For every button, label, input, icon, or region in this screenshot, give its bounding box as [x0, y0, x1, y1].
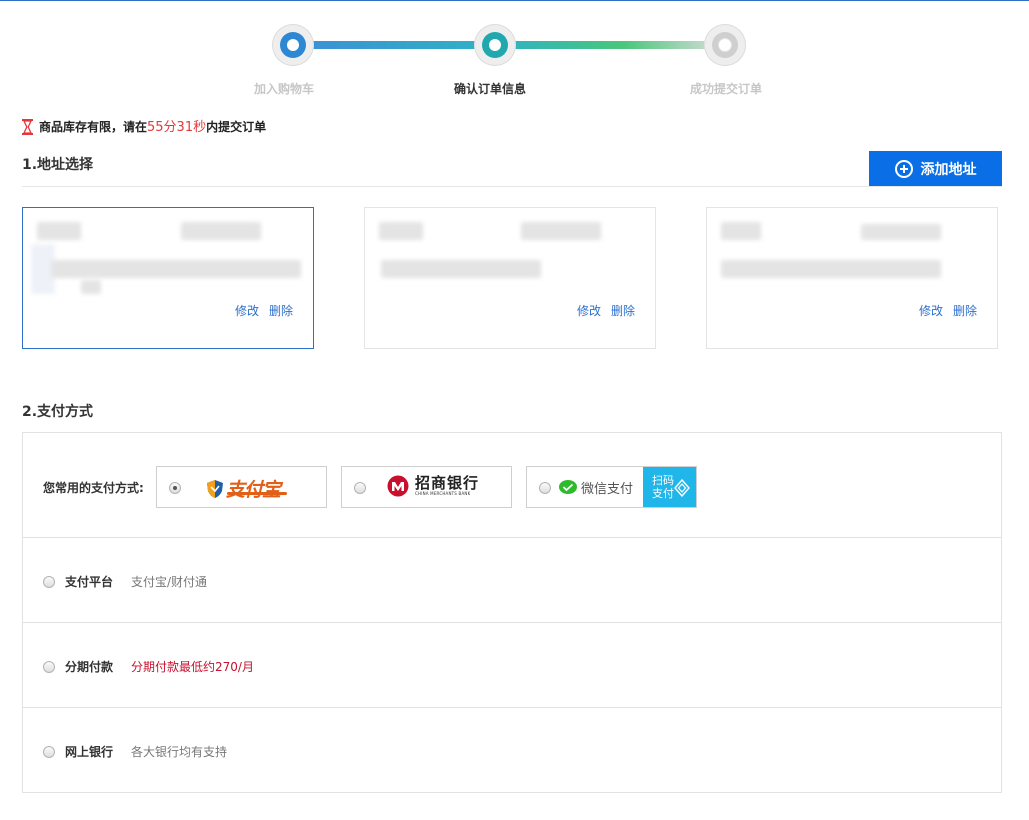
alipay-logo: 支付宝 — [207, 475, 281, 502]
edit-address-link[interactable]: 修改 — [577, 304, 601, 318]
cmb-radio[interactable] — [354, 482, 366, 494]
scan-pay-badge-text: 扫码 支付 — [652, 474, 674, 500]
step-label-submit: 成功提交订单 — [690, 82, 763, 96]
blurred-name — [721, 222, 761, 240]
payment-method-installment[interactable]: 分期付款 分期付款最低约270/月 — [43, 658, 254, 675]
address-card[interactable]: 修改 删除 — [364, 207, 656, 349]
scan-pay-badge: 扫码 支付 — [643, 467, 696, 507]
method-desc: 支付宝/财付通 — [131, 575, 208, 589]
method-name: 分期付款 — [65, 660, 114, 674]
installment-radio[interactable] — [43, 661, 55, 673]
row-divider — [23, 537, 1001, 538]
wechat-pay-option[interactable]: 微信支付 扫码 支付 — [526, 466, 697, 508]
blurred-address — [51, 260, 301, 278]
delete-address-link[interactable]: 删除 — [269, 304, 293, 318]
plus-circle-icon — [894, 159, 913, 178]
stock-countdown-notice: 商品库存有限，请在55分31秒内提交订单 — [22, 116, 266, 135]
step-node-cart — [272, 24, 314, 66]
blurred-phone — [181, 222, 261, 240]
alipay-underline — [227, 492, 287, 495]
address-card[interactable]: 修改 删除 — [706, 207, 998, 349]
notice-suffix: 内提交订单 — [206, 120, 267, 134]
method-name: 网上银行 — [65, 745, 114, 759]
platform-radio[interactable] — [43, 576, 55, 588]
method-desc: 分期付款最低约270/月 — [131, 660, 254, 674]
alipay-brand-text: 支付宝 — [226, 479, 281, 501]
blurred-address-extra — [81, 280, 101, 294]
step-node-confirm — [474, 24, 516, 66]
add-address-button[interactable]: 添加地址 — [869, 151, 1002, 186]
cmb-emblem-icon — [387, 475, 409, 497]
alipay-radio[interactable] — [169, 482, 181, 494]
alipay-shield-icon — [207, 479, 223, 498]
progress-track-2 — [500, 41, 724, 49]
scan-diamond-icon — [674, 479, 690, 497]
progress-track-1 — [298, 41, 494, 49]
alipay-option[interactable]: 支付宝 — [156, 466, 327, 508]
wechat-pay-radio[interactable] — [539, 482, 551, 494]
address-card-actions: 修改 删除 — [225, 302, 293, 319]
blurred-phone — [521, 222, 601, 240]
blurred-address — [381, 260, 541, 278]
online-banking-radio[interactable] — [43, 746, 55, 758]
address-section-title: 1.地址选择 — [22, 157, 94, 173]
payment-method-online-banking[interactable]: 网上银行 各大银行均有支持 — [43, 743, 227, 760]
blurred-name — [379, 222, 423, 240]
countdown-timer: 55分31秒 — [147, 120, 207, 135]
wechat-check-icon — [559, 480, 577, 494]
cmb-option[interactable]: 招商银行 CHINA MERCHANTS BANK — [341, 466, 512, 508]
checkout-progress: 加入购物车 确认订单信息 成功提交订单 — [0, 0, 1029, 110]
cmb-english-name: CHINA MERCHANTS BANK — [415, 491, 471, 496]
address-card[interactable]: 修改 删除 — [22, 207, 314, 349]
wechat-pay-name: 微信支付 — [581, 482, 634, 497]
notice-prefix: 商品库存有限，请在 — [39, 120, 148, 134]
blurred-address — [721, 260, 941, 278]
wechat-pay-logo: 微信支付 — [559, 478, 633, 497]
payment-method-platform[interactable]: 支付平台 支付宝/财付通 — [43, 573, 207, 590]
step-label-confirm: 确认订单信息 — [454, 82, 527, 96]
blurred-phone — [861, 224, 941, 240]
blurred-name — [37, 222, 81, 240]
step-node-submit — [704, 24, 746, 66]
method-name: 支付平台 — [65, 575, 114, 589]
payment-methods-box: 您常用的支付方式: 支付宝 招商银行 CHINA MERCHANTS BANK — [22, 432, 1002, 793]
section-divider — [22, 186, 1002, 187]
row-divider — [23, 622, 1001, 623]
edit-address-link[interactable]: 修改 — [919, 304, 943, 318]
address-card-actions: 修改 删除 — [909, 302, 977, 319]
hourglass-icon — [22, 119, 33, 135]
delete-address-link[interactable]: 删除 — [611, 304, 635, 318]
address-card-actions: 修改 删除 — [567, 302, 635, 319]
payment-section-title: 2.支付方式 — [22, 404, 94, 420]
delete-address-link[interactable]: 删除 — [953, 304, 977, 318]
method-desc: 各大银行均有支持 — [131, 745, 228, 759]
add-address-label: 添加地址 — [920, 161, 977, 178]
step-label-cart: 加入购物车 — [254, 82, 315, 96]
cmb-name: 招商银行 — [415, 474, 480, 492]
edit-address-link[interactable]: 修改 — [235, 304, 259, 318]
favorite-payment-label: 您常用的支付方式: — [43, 481, 144, 495]
cmb-logo: 招商银行 CHINA MERCHANTS BANK — [387, 475, 479, 497]
row-divider — [23, 707, 1001, 708]
